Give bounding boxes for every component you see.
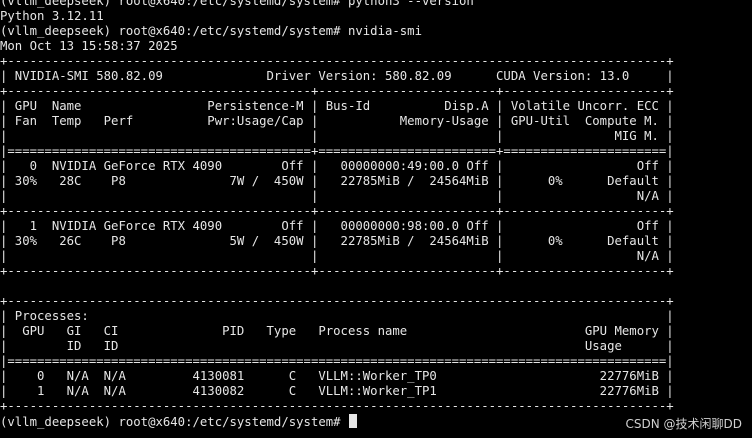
terminal-line: (vllm_deepseek) root@x640:/etc/systemd/s…: [0, 24, 422, 38]
terminal-line: Python 3.12.11: [0, 9, 104, 23]
terminal-line: Mon Oct 13 15:58:37 2025: [0, 39, 178, 53]
terminal-line: | 30% 26C P8 5W / 450W | 22785MiB / 2456…: [0, 234, 674, 248]
terminal-line: | 1 N/A N/A 4130082 C VLLM::Worker_TP1 2…: [0, 384, 674, 398]
terminal-line: | | | MIG M. |: [0, 129, 674, 143]
terminal-line: +---------------------------------------…: [0, 264, 674, 278]
terminal-line: | 0 N/A N/A 4130081 C VLLM::Worker_TP0 2…: [0, 369, 674, 383]
terminal-output[interactable]: (vllm_deepseek) root@x640:/etc/systemd/s…: [0, 0, 752, 429]
terminal-line: +---------------------------------------…: [0, 204, 674, 218]
shell-prompt: (vllm_deepseek) root@x640:/etc/systemd/s…: [0, 415, 348, 429]
terminal-line: | NVIDIA-SMI 580.82.09 Driver Version: 5…: [0, 69, 674, 83]
terminal-line: | 30% 28C P8 7W / 450W | 22785MiB / 2456…: [0, 174, 674, 188]
terminal-line: +---------------------------------------…: [0, 294, 674, 308]
terminal-line: | Processes: |: [0, 309, 674, 323]
terminal-line: | ID ID Usage |: [0, 339, 674, 353]
terminal-line: +---------------------------------------…: [0, 84, 674, 98]
terminal-line: |=======================================…: [0, 354, 674, 368]
terminal-line: +---------------------------------------…: [0, 54, 674, 68]
terminal-line: |=======================================…: [0, 144, 674, 158]
terminal-line: (vllm_deepseek) root@x640:/etc/systemd/s…: [0, 0, 474, 8]
terminal-line: | GPU Name Persistence-M | Bus-Id Disp.A…: [0, 99, 674, 113]
terminal-line: +---------------------------------------…: [0, 399, 674, 413]
terminal-lines: (vllm_deepseek) root@x640:/etc/systemd/s…: [0, 0, 752, 414]
terminal-line: | | | N/A |: [0, 249, 674, 263]
terminal-line: | 0 NVIDIA GeForce RTX 4090 Off | 000000…: [0, 159, 674, 173]
terminal-line: | GPU GI CI PID Type Process name GPU Me…: [0, 324, 674, 338]
terminal-line: | Fan Temp Perf Pwr:Usage/Cap | Memory-U…: [0, 114, 674, 128]
terminal-line: | | | N/A |: [0, 189, 674, 203]
terminal-line: | 1 NVIDIA GeForce RTX 4090 Off | 000000…: [0, 219, 674, 233]
text-cursor: [348, 414, 357, 428]
watermark: CSDN @技术闲聊DD: [625, 417, 742, 431]
